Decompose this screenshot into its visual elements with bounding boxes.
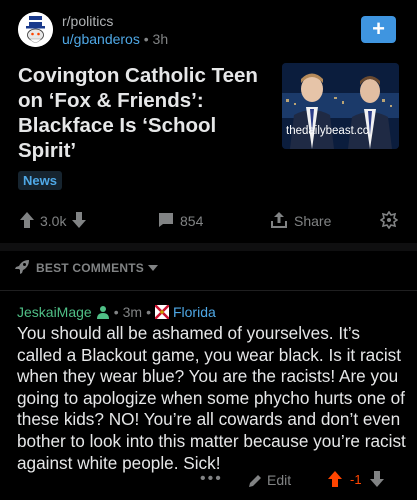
award-icon (379, 210, 399, 232)
upvote-icon[interactable] (20, 211, 34, 231)
meta-separator: • (146, 304, 151, 320)
share-icon (270, 211, 288, 232)
post-score: 3.0k (40, 213, 67, 229)
post-meta: u/gbanderos • 3h (62, 31, 168, 47)
comment-age: 3m (122, 304, 143, 320)
post-author[interactable]: u/gbanderos (62, 31, 140, 47)
vote-group: 3.0k (20, 211, 87, 231)
comment-meta: JeskaiMage • 3m • Florida (17, 304, 216, 320)
downvote-icon[interactable] (369, 471, 384, 487)
florida-flag-icon (154, 305, 169, 319)
post-age: 3h (152, 31, 169, 47)
comment-body: You should all be ashamed of yourselves.… (17, 323, 406, 473)
section-divider (0, 243, 417, 251)
comments-button[interactable]: 854 (158, 211, 209, 231)
comment-flair: Florida (172, 304, 216, 320)
award-button[interactable] (379, 210, 399, 232)
edit-button[interactable]: Edit (248, 472, 291, 488)
sort-label: BEST COMMENTS (36, 261, 144, 275)
comment-count: 854 (180, 213, 204, 229)
rocket-icon (14, 259, 30, 278)
comment-score: -1 (350, 471, 362, 487)
comment-actions: ••• Edit -1 (0, 470, 417, 494)
comment-sort-dropdown[interactable]: BEST COMMENTS (14, 258, 158, 278)
plus-icon: + (372, 16, 385, 41)
downvote-icon[interactable] (72, 211, 87, 231)
user-icon (96, 305, 110, 319)
upvote-active-icon[interactable] (328, 471, 342, 487)
meta-separator: • (113, 304, 119, 320)
subreddit-name[interactable]: r/politics (62, 13, 113, 29)
edit-label: Edit (267, 472, 292, 488)
share-label: Share (294, 213, 332, 229)
join-subreddit-button[interactable]: + (361, 16, 396, 43)
share-button[interactable]: Share (270, 211, 337, 231)
post-actions: 3.0k 854 Share (0, 205, 417, 235)
pencil-icon (248, 473, 263, 488)
subreddit-avatar[interactable] (18, 12, 53, 47)
post-title[interactable]: Covington Catholic Teen on ‘Fox & Friend… (18, 63, 268, 163)
post-flair[interactable]: News (18, 171, 62, 190)
chevron-down-icon (147, 261, 158, 275)
post-thumbnail[interactable]: thedailybeast.cc (282, 63, 399, 149)
meta-separator: • (143, 31, 153, 47)
comment-separator (0, 290, 417, 291)
comment-icon (158, 212, 174, 231)
comment-vote-group: -1 (328, 471, 384, 487)
more-options-icon[interactable]: ••• (200, 470, 223, 488)
uncle-sam-icon (18, 12, 53, 47)
thumbnail-caption: thedailybeast.cc (286, 125, 369, 137)
post-header: r/politics u/gbanderos • 3h + (18, 12, 398, 48)
comment-author[interactable]: JeskaiMage (17, 304, 92, 320)
